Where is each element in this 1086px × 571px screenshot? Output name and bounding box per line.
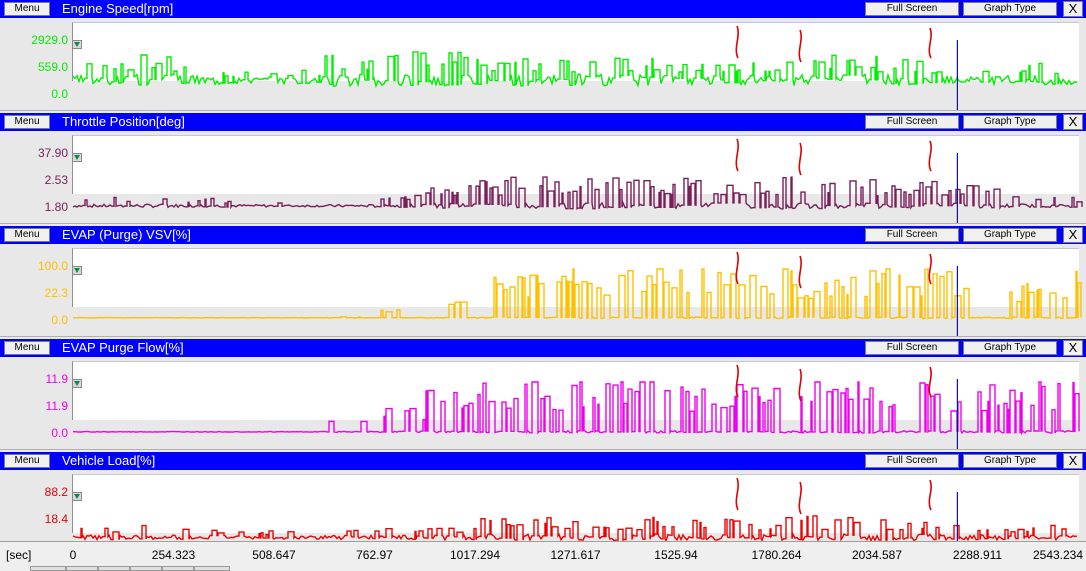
red-annotation-mark — [798, 29, 802, 63]
time-tick-label: 2543.234 — [1032, 548, 1084, 562]
scrollbar-segment[interactable] — [162, 566, 194, 571]
signal-trace-line — [72, 515, 1078, 543]
signal-trace-chart — [72, 364, 1080, 449]
scrollbar-segment[interactable] — [98, 566, 130, 571]
red-annotation-mark — [735, 477, 739, 511]
red-annotation-mark — [798, 142, 802, 176]
time-tick-label: 2034.587 — [851, 548, 903, 562]
time-tick-label: 254.323 — [151, 548, 196, 562]
signal-trace-chart — [72, 25, 1078, 110]
signal-trace-line — [72, 176, 1083, 210]
time-tick-label: 1271.617 — [550, 548, 601, 562]
time-tick-label: 0 — [69, 548, 77, 562]
time-axis: [sec] 0 254.323 508.647 762.97 1017.294 1271.… — [0, 541, 1086, 571]
graph-panel: Menu Engine Speed[rpm] Full Screen Graph… — [0, 0, 1086, 113]
time-tick-label: 508.647 — [252, 548, 296, 562]
signal-trace-chart — [72, 138, 1083, 223]
scrollbar-segment[interactable] — [194, 566, 230, 571]
red-annotation-mark — [735, 251, 739, 285]
scrollbar-segment[interactable] — [66, 566, 98, 571]
red-annotation-mark — [735, 138, 739, 172]
time-tick-label: 2288.911 — [952, 548, 1003, 562]
time-tick-label: 762.97 — [356, 548, 393, 562]
red-annotation-mark — [928, 140, 932, 172]
signal-trace-line — [72, 51, 1078, 89]
graph-panel: Menu Throttle Position[deg] Full Screen … — [0, 113, 1086, 226]
graph-panel: Menu EVAP Purge Flow[%] Full Screen Grap… — [0, 339, 1086, 452]
red-annotation-mark — [798, 255, 802, 289]
time-tick-label: 1780.264 — [751, 548, 802, 562]
time-tick-label: 1525.94 — [654, 548, 698, 562]
signal-trace-chart — [72, 251, 1082, 336]
red-annotation-mark — [928, 27, 932, 59]
time-unit-label: [sec] — [6, 548, 32, 562]
red-annotation-mark — [735, 25, 739, 59]
red-annotation-mark — [798, 481, 802, 515]
red-annotation-mark — [928, 479, 932, 511]
red-annotation-mark — [735, 364, 739, 398]
red-annotation-mark — [928, 366, 932, 398]
scrollbar-segment[interactable] — [30, 566, 66, 571]
red-annotation-mark — [928, 253, 932, 285]
scrollbar-segment[interactable] — [130, 566, 162, 571]
signal-trace-line — [72, 381, 1080, 436]
graph-panel: Menu EVAP (Purge) VSV[%] Full Screen Gra… — [0, 226, 1086, 339]
time-tick-label: 1017.294 — [449, 548, 501, 562]
